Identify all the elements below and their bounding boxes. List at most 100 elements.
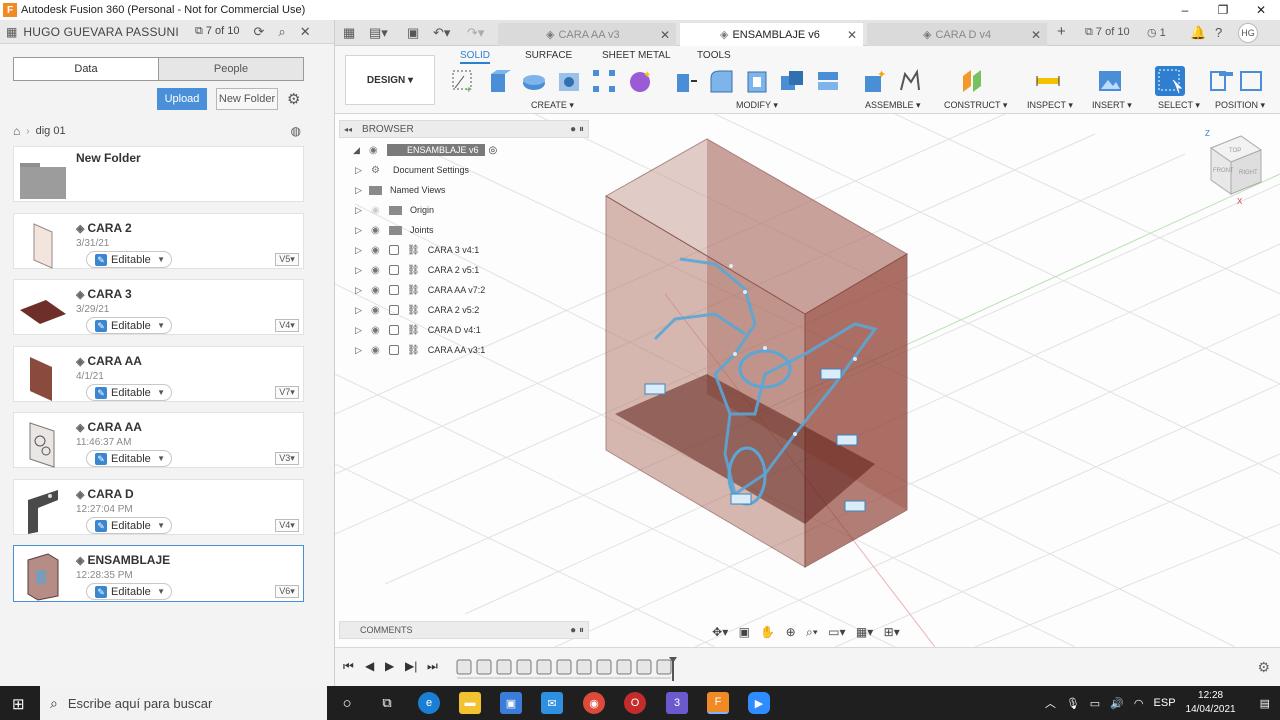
microphone-icon[interactable]: 🎙: [1066, 697, 1080, 710]
timeline-next-icon[interactable]: ▶|: [405, 659, 417, 673]
browser-item-origin[interactable]: ▷ ◉ Origin: [355, 201, 434, 219]
file-item[interactable]: ◈ CARA 2 3/31/21 ✎ Editable ▼ V5▾: [13, 213, 304, 269]
file-item[interactable]: ◈ CARA D 12:27:04 PM ✎ Editable ▼ V4▾: [13, 479, 304, 535]
file-menu-icon[interactable]: ▤▾: [369, 25, 388, 41]
display-settings-icon[interactable]: ▭▾: [828, 625, 845, 639]
position-icon[interactable]: [1209, 68, 1235, 94]
mail-icon[interactable]: ✉: [541, 692, 563, 714]
language-indicator[interactable]: ESP: [1154, 697, 1176, 709]
extrude-icon[interactable]: [485, 68, 511, 94]
eye-icon[interactable]: ◉: [371, 305, 385, 316]
file-item-selected[interactable]: ◈ ENSAMBLAJE 12:28:35 PM ✎ Editable ▼ V6▾: [13, 545, 304, 602]
press-pull-icon[interactable]: [673, 68, 699, 94]
browser-item-named-views[interactable]: ▷ Named Views: [355, 181, 445, 199]
edge-icon[interactable]: e: [418, 692, 440, 714]
timeline-features[interactable]: [455, 657, 685, 681]
file-item[interactable]: ◈ CARA 3 3/29/21 ✎ Editable ▼ V4▾: [13, 279, 304, 335]
revolve-icon[interactable]: [521, 68, 547, 94]
eye-hidden-icon[interactable]: ◉: [371, 205, 385, 216]
chrome-icon[interactable]: ◉: [583, 692, 605, 714]
volume-icon[interactable]: 🔊: [1110, 697, 1124, 710]
collapse-icon[interactable]: ◂◂: [344, 125, 352, 134]
measure-icon[interactable]: [1035, 68, 1061, 94]
breadcrumb-current[interactable]: dig 01: [36, 125, 66, 137]
grid-settings-icon[interactable]: ▦▾: [856, 625, 873, 639]
look-at-icon[interactable]: ▣: [739, 625, 750, 639]
help-icon[interactable]: ?: [1215, 25, 1222, 40]
browser-item-document-settings[interactable]: ▷ ⚙ Document Settings: [355, 161, 469, 179]
zoom-icon[interactable]: ⊕: [786, 625, 796, 639]
browser-item-component[interactable]: ▷ ◉ ⛓ CARA AA v3:1: [355, 341, 485, 359]
eye-icon[interactable]: ◉: [369, 145, 383, 156]
browser-root[interactable]: ◢ ◉ ENSAMBLAJE v6 ◎: [353, 141, 497, 159]
clock[interactable]: 12:28 14/04/2021: [1186, 689, 1246, 717]
doc-tab-active[interactable]: ◈ ENSAMBLAJE v6 ✕: [680, 23, 863, 46]
file-item[interactable]: ◈ CARA AA 4/1/21 ✎ Editable ▼ V7▾: [13, 346, 304, 402]
fusion-taskbar-icon[interactable]: F: [707, 692, 729, 714]
expand-triangle-icon[interactable]: ▷: [355, 345, 365, 356]
activate-radio-icon[interactable]: ◎: [489, 145, 498, 156]
expand-triangle-icon[interactable]: ▷: [355, 245, 365, 256]
editable-dropdown[interactable]: ✎ Editable ▼: [86, 517, 172, 534]
doc-tab[interactable]: ◈ CARA AA v3 ✕: [498, 23, 676, 46]
eye-icon[interactable]: ◉: [371, 245, 385, 256]
search-icon[interactable]: ⌕: [278, 24, 285, 40]
close-icon[interactable]: ✕: [660, 28, 670, 42]
version-badge[interactable]: V7▾: [275, 386, 299, 399]
expand-triangle-icon[interactable]: ▷: [355, 185, 365, 196]
shell-icon[interactable]: [744, 68, 770, 94]
browser-item-component[interactable]: ▷ ◉ ⛓ CARA 2 v5:1: [355, 261, 479, 279]
project-counter-right[interactable]: ⧉ 7 of 10: [1085, 26, 1130, 39]
doc-tab[interactable]: ◈ CARA D v4 ✕: [867, 23, 1047, 46]
expand-triangle-icon[interactable]: ▷: [355, 265, 365, 276]
close-icon[interactable]: ✕: [847, 28, 857, 42]
upload-button[interactable]: Upload: [157, 88, 207, 110]
expand-triangle-icon[interactable]: ▷: [355, 305, 365, 316]
timeline-start-icon[interactable]: ⏮: [343, 659, 354, 674]
tab-people[interactable]: People: [158, 58, 303, 80]
zoom-window-icon[interactable]: ⌕▾: [806, 625, 818, 640]
job-status[interactable]: ◷ 1: [1147, 26, 1166, 39]
browser-item-component[interactable]: ▷ ◉ ⛓ CARA 3 v4:1: [355, 241, 479, 259]
canvas-viewport[interactable]: TOP FRONT RIGHT Z X ◂◂ BROWSER ● ⏸ ◢ ◉ E…: [335, 114, 1280, 647]
windows-start-icon[interactable]: ⊞: [12, 695, 25, 713]
notifications-icon[interactable]: ▤: [1260, 697, 1270, 710]
undo-icon[interactable]: ↶▾: [433, 25, 450, 41]
form-icon[interactable]: ✦: [627, 68, 653, 94]
version-badge[interactable]: V5▾: [275, 253, 299, 266]
hole-icon[interactable]: [556, 68, 582, 94]
tab-solid[interactable]: SOLID: [460, 50, 491, 64]
project-counter[interactable]: ⧉ 7 of 10: [195, 25, 240, 38]
data-panel-toggle-icon[interactable]: ▦: [6, 25, 17, 39]
redo-icon[interactable]: ↷▾: [467, 25, 484, 41]
editable-dropdown[interactable]: ✎ Editable ▼: [86, 450, 172, 467]
task-view-icon[interactable]: ⧉: [376, 692, 398, 714]
editable-dropdown[interactable]: ✎ Editable ▼: [86, 583, 172, 600]
tab-surface[interactable]: SURFACE: [525, 50, 572, 61]
version-badge[interactable]: V6▾: [275, 585, 299, 598]
globe-icon[interactable]: ◍: [291, 124, 301, 138]
new-tab-icon[interactable]: +: [1057, 23, 1066, 40]
expand-triangle-icon[interactable]: ◢: [353, 145, 363, 156]
browser-item-joints[interactable]: ▷ ◉ Joints: [355, 221, 434, 239]
group-construct[interactable]: CONSTRUCT ▾: [944, 100, 1007, 111]
pattern-icon[interactable]: [591, 68, 617, 94]
comments-options-icon[interactable]: ● ⏸: [570, 625, 584, 636]
gear-icon[interactable]: ⚙: [287, 90, 300, 108]
expand-triangle-icon[interactable]: ▷: [355, 325, 365, 336]
opera-icon[interactable]: O: [624, 692, 646, 714]
view-cube[interactable]: TOP FRONT RIGHT Z X: [1203, 128, 1273, 208]
home-icon[interactable]: ⌂: [13, 124, 20, 138]
root-component-label[interactable]: ENSAMBLAJE v6: [387, 144, 485, 156]
browser-item-component[interactable]: ▷ ◉ ⛓ CARA 2 v5:2: [355, 301, 479, 319]
group-assemble[interactable]: ASSEMBLE ▾: [865, 100, 921, 111]
eye-icon[interactable]: ◉: [371, 345, 385, 356]
orbit-icon[interactable]: ✥▾: [712, 625, 728, 639]
eye-icon[interactable]: ◉: [371, 265, 385, 276]
avatar[interactable]: HG: [1238, 23, 1258, 43]
cortana-icon[interactable]: ○: [336, 692, 358, 714]
store-icon[interactable]: ▣: [500, 692, 522, 714]
messaging-icon[interactable]: 3: [666, 692, 688, 714]
expand-triangle-icon[interactable]: ▷: [355, 285, 365, 296]
expand-triangle-icon[interactable]: ▷: [355, 205, 365, 216]
